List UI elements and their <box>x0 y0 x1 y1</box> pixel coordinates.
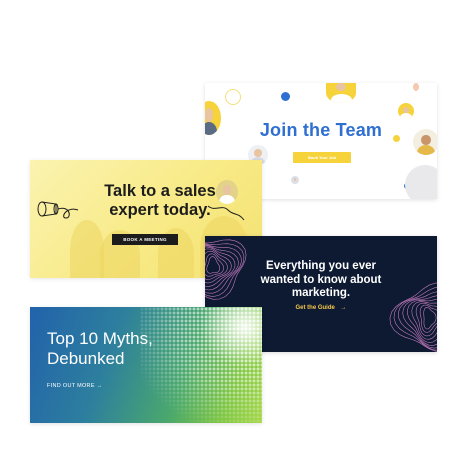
avatar <box>291 176 299 184</box>
avatar <box>413 83 419 91</box>
avatar <box>398 103 414 119</box>
join-team-title: Join the Team <box>259 120 383 140</box>
sales-headline: Talk to a sales expert today. <box>104 182 216 219</box>
decor-circle <box>225 89 241 105</box>
arrow-right-icon: → <box>340 305 347 311</box>
book-job-button[interactable]: Book Your Job <box>293 152 351 163</box>
book-meeting-button[interactable]: BOOK A MEETING <box>112 234 178 245</box>
avatar <box>326 83 356 103</box>
decor-blob-gray <box>405 165 437 199</box>
get-guide-label: Get the Guide <box>295 305 335 311</box>
marketing-headline: Everything you ever wanted to know about… <box>260 260 382 299</box>
find-out-more-link[interactable]: FIND OUT MORE → <box>47 383 102 389</box>
wave-line <box>205 245 239 291</box>
myths-card[interactable]: Top 10 Myths, Debunked FIND OUT MORE → <box>30 307 262 423</box>
decor-dot-blue <box>281 92 290 101</box>
wave-line <box>205 246 236 287</box>
myths-headline: Top 10 Myths, Debunked <box>47 329 153 368</box>
